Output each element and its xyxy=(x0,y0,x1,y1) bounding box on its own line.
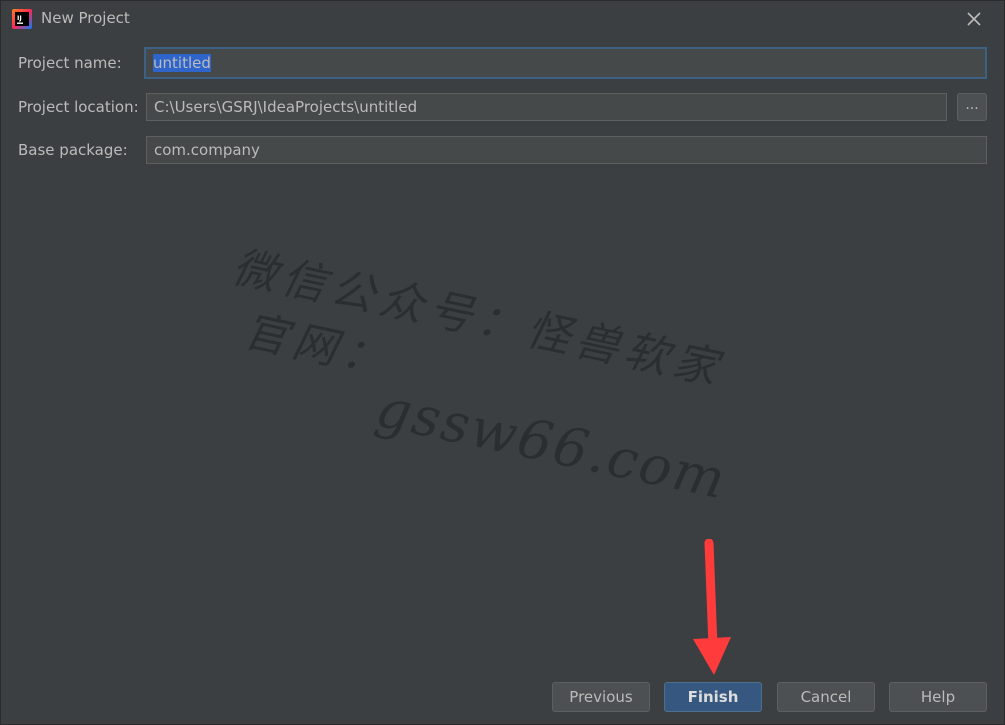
watermark-line-3: gssw66.com xyxy=(370,375,733,512)
watermark-line-2: 官网： xyxy=(239,305,397,387)
project-location-input[interactable]: C:\Users\GSRJ\IdeaProjects\untitled xyxy=(146,93,947,121)
project-location-label: Project location: xyxy=(18,98,139,116)
title-bar: IJ New Project xyxy=(1,1,1004,37)
previous-button[interactable]: Previous xyxy=(552,682,650,712)
project-location-value: C:\Users\GSRJ\IdeaProjects\untitled xyxy=(154,98,418,116)
base-package-value: com.company xyxy=(154,141,260,159)
new-project-dialog: IJ New Project Project name: untitled Pr… xyxy=(0,0,1005,725)
help-button[interactable]: Help xyxy=(889,682,987,712)
project-name-input[interactable]: untitled xyxy=(144,47,987,79)
svg-text:IJ: IJ xyxy=(17,14,22,22)
watermark: 微信公众号：怪兽软家 官网： gssw66.com xyxy=(205,231,789,519)
watermark-line-1: 微信公众号：怪兽软家 xyxy=(228,241,728,396)
finish-button[interactable]: Finish xyxy=(664,682,762,712)
intellij-idea-icon: IJ xyxy=(12,9,32,29)
red-arrow-annotation xyxy=(693,539,731,675)
project-name-value: untitled xyxy=(153,54,211,72)
base-package-input[interactable]: com.company xyxy=(146,136,987,164)
cancel-button[interactable]: Cancel xyxy=(777,682,875,712)
window-title: New Project xyxy=(41,9,130,27)
project-name-label: Project name: xyxy=(18,54,122,72)
base-package-label: Base package: xyxy=(18,141,128,159)
browse-button[interactable]: ... xyxy=(957,93,987,121)
close-icon[interactable] xyxy=(964,9,984,29)
